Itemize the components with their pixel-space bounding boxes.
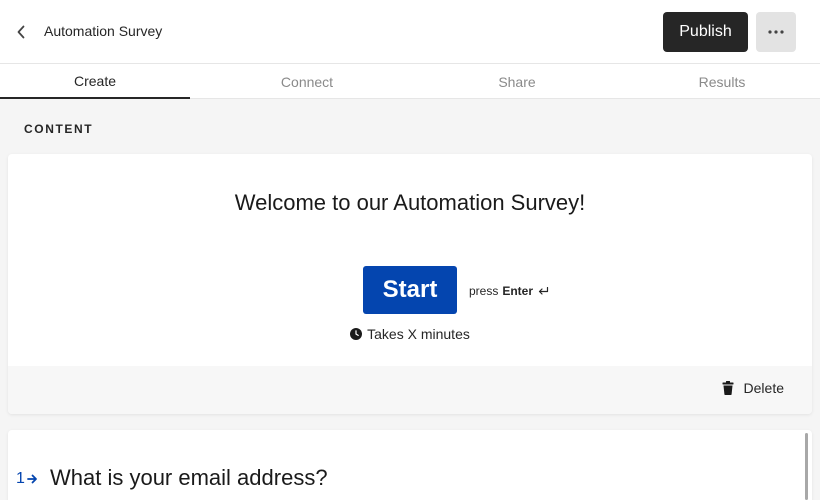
delete-button[interactable]: Delete xyxy=(722,380,784,396)
arrow-right-icon xyxy=(27,474,37,484)
question-number-label: 1 xyxy=(16,470,25,487)
clock-icon xyxy=(350,328,363,340)
tab-create[interactable]: Create xyxy=(0,64,190,99)
duration-hint: Takes X minutes xyxy=(8,326,812,342)
press-text: press xyxy=(469,284,499,298)
tab-connect[interactable]: Connect xyxy=(212,64,402,99)
ellipsis-icon xyxy=(768,30,784,34)
welcome-screen-card[interactable]: Welcome to our Automation Survey! Start … xyxy=(8,154,812,414)
question-card[interactable]: 1 What is your email address? xyxy=(8,430,812,500)
enter-key-label: Enter xyxy=(502,284,534,298)
scrollbar[interactable] xyxy=(805,433,808,500)
more-options-button[interactable] xyxy=(756,12,796,52)
tab-bar: Create Connect Share Results xyxy=(0,64,820,99)
trash-icon xyxy=(722,381,734,395)
duration-text: Takes X minutes xyxy=(367,326,470,342)
start-button[interactable]: Start xyxy=(363,266,457,314)
press-enter-hint: press Enter xyxy=(469,284,549,298)
tab-share[interactable]: Share xyxy=(422,64,612,99)
survey-title: Automation Survey xyxy=(44,23,163,39)
chevron-left-icon xyxy=(17,25,25,39)
content-section-label: CONTENT xyxy=(24,122,94,136)
publish-button[interactable]: Publish xyxy=(663,12,748,52)
question-number: 1 xyxy=(16,470,38,488)
card-footer: Delete xyxy=(8,366,812,414)
delete-label: Delete xyxy=(743,380,784,396)
welcome-heading: Welcome to our Automation Survey! xyxy=(234,190,586,215)
question-text: What is your email address? xyxy=(50,465,328,490)
back-button[interactable] xyxy=(10,20,32,44)
tab-results[interactable]: Results xyxy=(627,64,817,99)
return-icon xyxy=(538,286,549,295)
top-bar: Automation Survey Publish xyxy=(0,0,820,64)
